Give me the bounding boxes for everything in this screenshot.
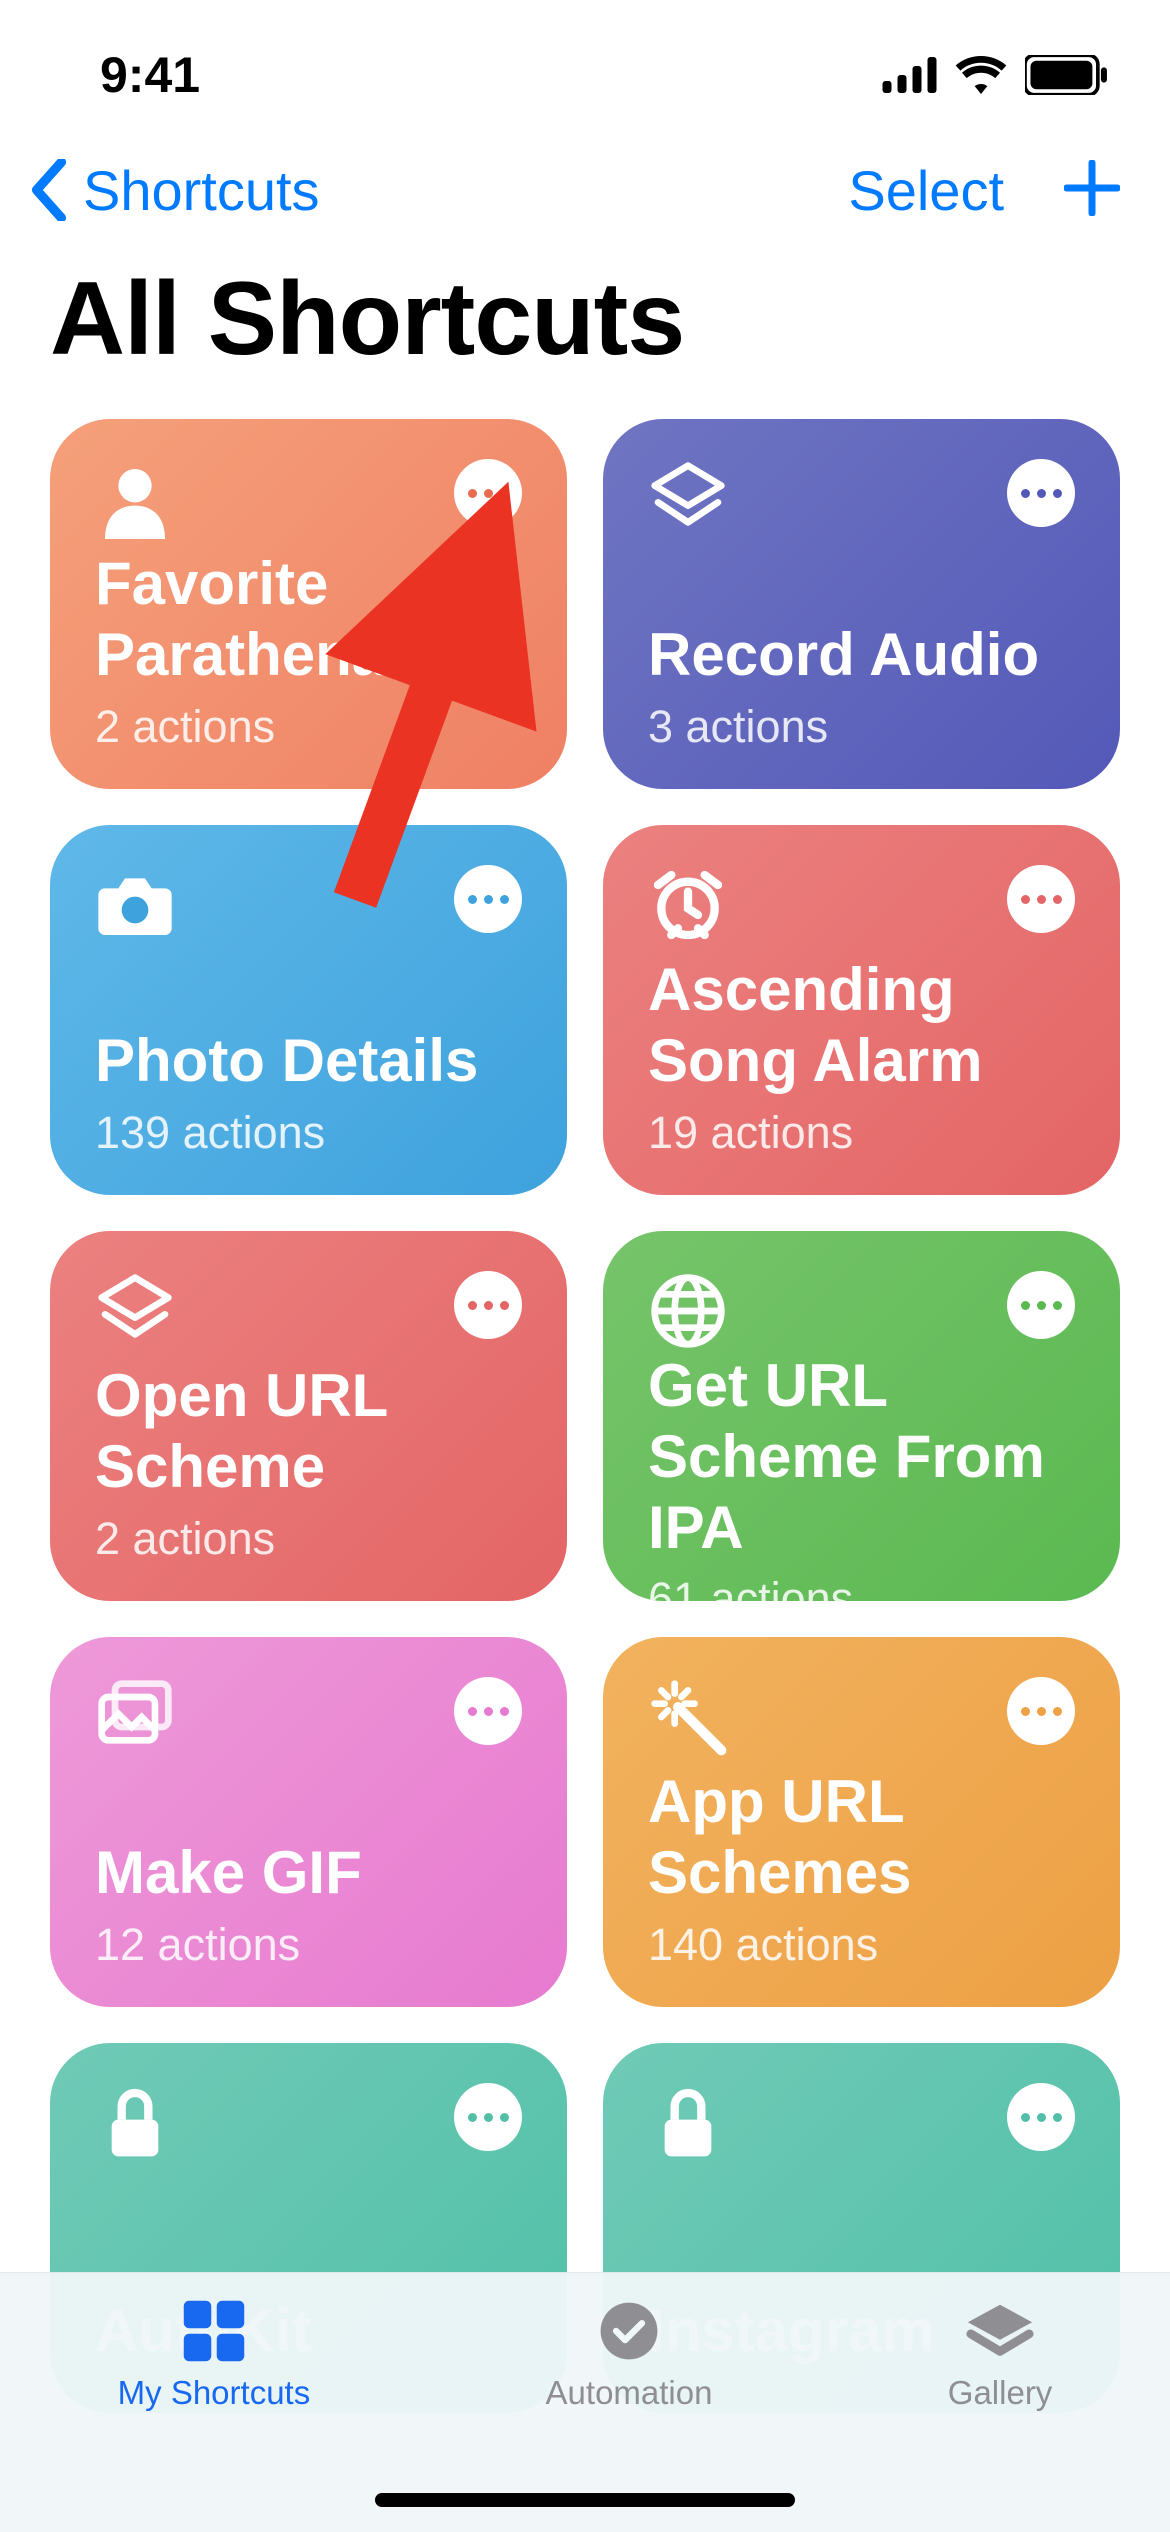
photos-icon [95,1677,175,1757]
shortcut-subtitle: 61 actions [648,1573,1075,1601]
status-bar: 9:41 [0,0,1170,130]
checkmark-circle-icon [589,2298,669,2364]
shortcut-title: Ascending Song Alarm [648,955,1075,1097]
shortcut-card[interactable]: Record Audio 3 actions [603,419,1120,789]
more-options-button[interactable] [1007,1677,1075,1745]
shortcut-card[interactable]: Ascending Song Alarm 19 actions [603,825,1120,1195]
tab-label: Gallery [948,2374,1053,2412]
cellular-icon [882,57,937,93]
shortcut-card[interactable]: Favorite Parathena 2 actions [50,419,567,789]
home-indicator [375,2493,795,2507]
page-title: All Shortcuts [0,260,1170,419]
more-options-button[interactable] [1007,459,1075,527]
shortcut-subtitle: 3 actions [648,701,1075,753]
more-options-button[interactable] [1007,2083,1075,2151]
grid-icon [174,2298,254,2364]
shortcuts-grid: Favorite Parathena 2 actions Record Audio 3… [0,419,1170,2413]
status-time: 9:41 [100,46,200,104]
shortcut-card[interactable]: Open URL Scheme 2 actions [50,1231,567,1601]
tab-automation[interactable]: Automation [546,2298,713,2412]
person-icon [95,459,175,539]
layers-icon [648,459,728,539]
camera-icon [95,865,175,945]
more-options-button[interactable] [454,459,522,527]
tab-gallery[interactable]: Gallery [948,2298,1053,2412]
more-options-button[interactable] [454,1677,522,1745]
shortcut-title: App URL Schemes [648,1767,1075,1909]
shortcut-subtitle: 139 actions [95,1107,522,1159]
shortcut-title: Favorite Parathena [95,549,522,691]
shortcut-title: Record Audio [648,620,1075,691]
more-options-button[interactable] [1007,865,1075,933]
lock-icon [95,2083,175,2163]
more-options-button[interactable] [454,1271,522,1339]
back-button[interactable]: Shortcuts [30,158,320,223]
more-options-button[interactable] [1007,1271,1075,1339]
navigation-bar: Shortcuts Select [0,130,1170,260]
wand-icon [648,1677,728,1757]
alarm-icon [648,865,728,945]
more-options-button[interactable] [454,865,522,933]
shortcut-title: Get URL Scheme From IPA [648,1351,1075,1563]
wifi-icon [955,56,1007,94]
status-indicators [882,55,1110,95]
battery-icon [1025,55,1110,95]
shortcut-card[interactable]: App URL Schemes 140 actions [603,1637,1120,2007]
shortcut-subtitle: 12 actions [95,1919,522,1971]
shortcut-subtitle: 19 actions [648,1107,1075,1159]
shortcut-title: Open URL Scheme [95,1361,522,1503]
shortcut-subtitle: 2 actions [95,701,522,753]
more-options-button[interactable] [454,2083,522,2151]
lock-icon [648,2083,728,2163]
add-button[interactable] [1064,160,1120,221]
chevron-left-icon [30,159,68,221]
tab-label: My Shortcuts [118,2374,311,2412]
globe-icon [648,1271,728,1351]
shortcut-card[interactable]: Get URL Scheme From IPA 61 actions [603,1231,1120,1601]
back-label: Shortcuts [83,158,320,223]
shortcut-card[interactable]: Photo Details 139 actions [50,825,567,1195]
tab-label: Automation [546,2374,713,2412]
shortcut-card[interactable]: Make GIF 12 actions [50,1637,567,2007]
tab-my-shortcuts[interactable]: My Shortcuts [118,2298,311,2412]
layers-icon [960,2298,1040,2364]
layers-icon [95,1271,175,1351]
shortcut-subtitle: 2 actions [95,1513,522,1565]
shortcut-title: Photo Details [95,1026,522,1097]
shortcut-title: Make GIF [95,1838,522,1909]
select-button[interactable]: Select [848,158,1004,223]
plus-icon [1064,160,1120,216]
shortcut-subtitle: 140 actions [648,1919,1075,1971]
